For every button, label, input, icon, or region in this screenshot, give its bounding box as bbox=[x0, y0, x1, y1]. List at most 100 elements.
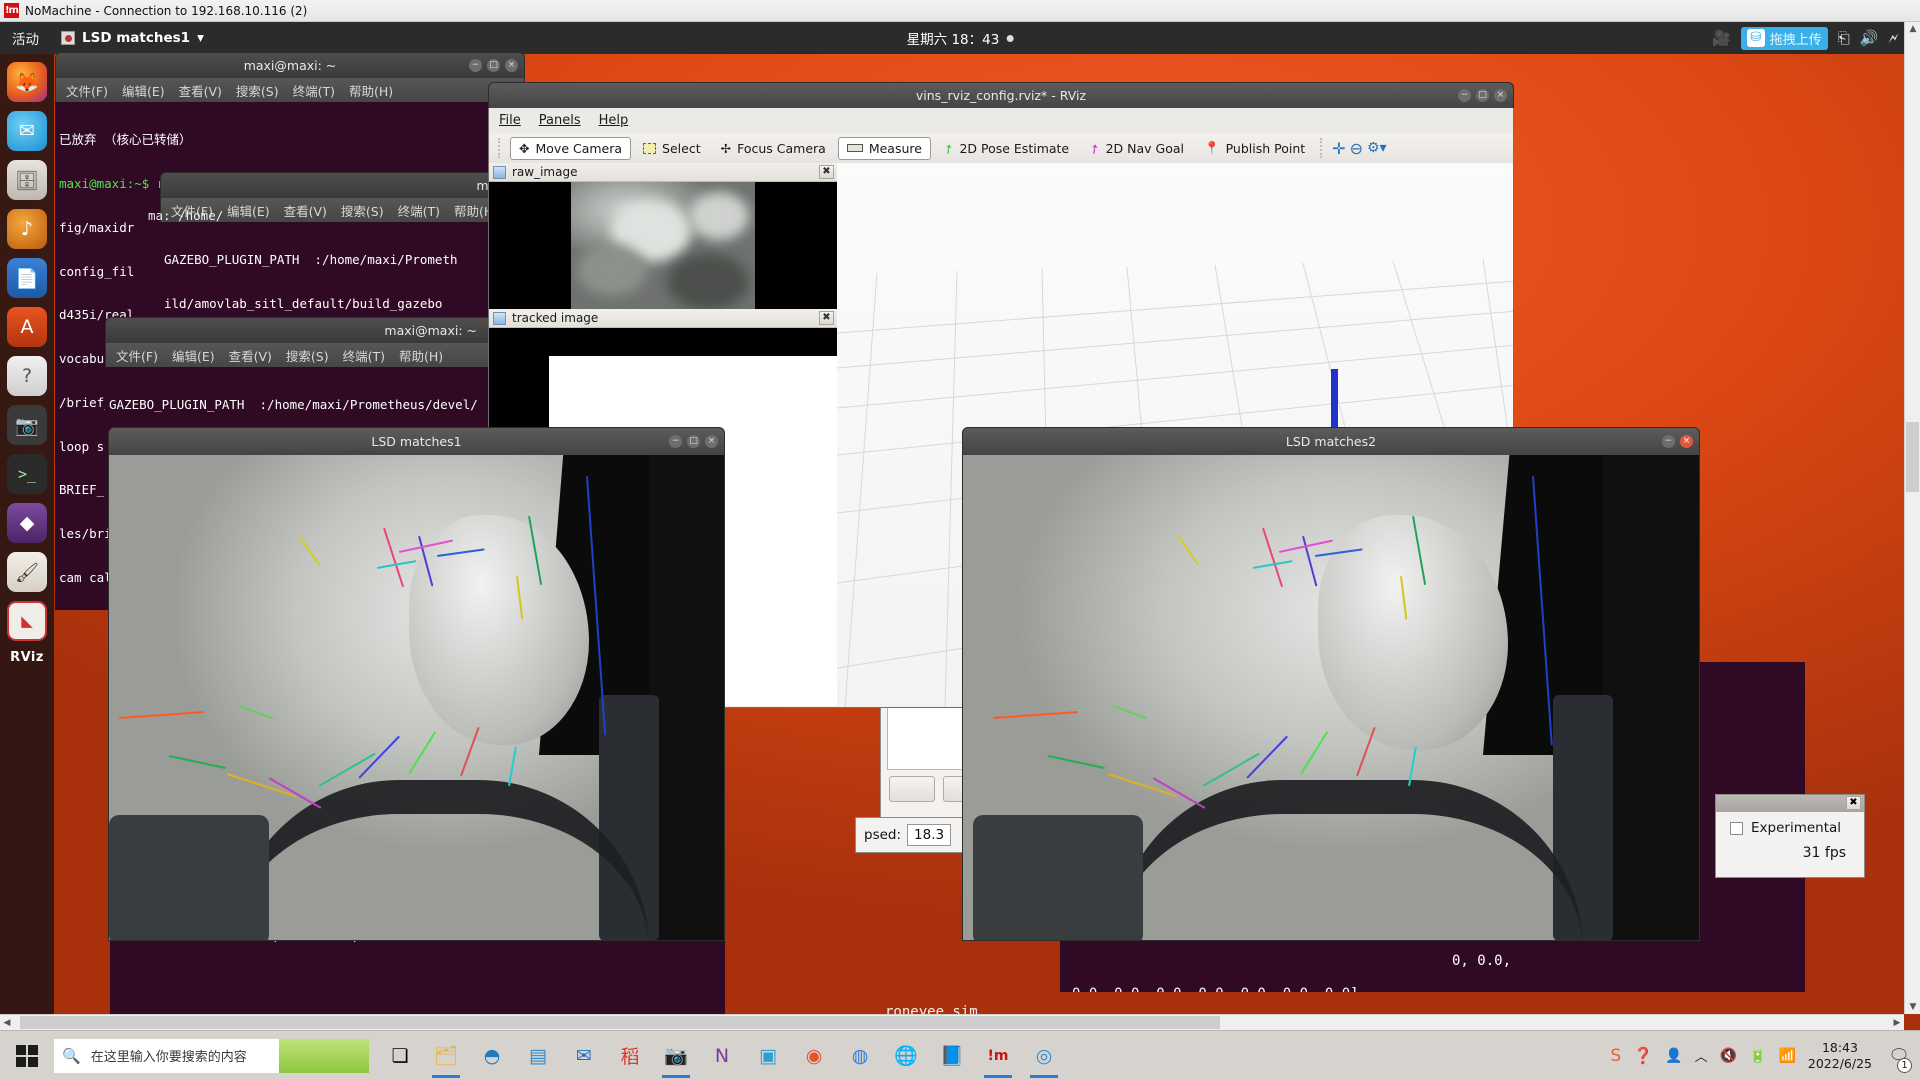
minimize-button[interactable]: − bbox=[669, 435, 682, 448]
close-button[interactable]: × bbox=[1494, 89, 1507, 102]
menu-file[interactable]: 文件(F) bbox=[66, 81, 108, 100]
show-hidden-icons-icon[interactable]: ︿ bbox=[1695, 1046, 1708, 1065]
taskbar-item-wps[interactable]: 稻 bbox=[609, 1033, 651, 1079]
horizontal-scrollbar[interactable]: ◀ ▶ bbox=[0, 1014, 1904, 1030]
network-icon[interactable]: ⎗ bbox=[1838, 29, 1850, 47]
gnome-clock[interactable]: 星期六 18：43 bbox=[907, 28, 1014, 48]
menu-edit[interactable]: 编辑(E) bbox=[227, 201, 270, 220]
menu-panels[interactable]: Panels bbox=[539, 113, 581, 128]
lsd-matches1-window[interactable]: LSD matches1 − □ × bbox=[108, 427, 725, 941]
dock-item-gimp[interactable]: 🖌 bbox=[7, 552, 47, 592]
menu-search[interactable]: 搜索(S) bbox=[286, 346, 329, 365]
notification-center-button[interactable]: 🗨 1 bbox=[1884, 1031, 1914, 1080]
scroll-left-icon[interactable]: ◀ bbox=[0, 1016, 14, 1030]
experimental-row[interactable]: Experimental bbox=[1716, 812, 1864, 836]
menu-file[interactable]: File bbox=[499, 113, 521, 128]
battery-icon[interactable]: 🗲 bbox=[1888, 29, 1898, 47]
tool-2d-pose-estimate[interactable]: ➚ 2D Pose Estimate bbox=[935, 138, 1077, 159]
remove-tool-icon[interactable]: ⊖ bbox=[1350, 139, 1363, 158]
close-button[interactable]: × bbox=[705, 435, 718, 448]
menu-terminal[interactable]: 终端(T) bbox=[343, 346, 385, 365]
taskbar-item-nomachine[interactable]: !m bbox=[977, 1033, 1019, 1079]
panel-header-tracked-image[interactable]: tracked image ✖ bbox=[489, 309, 837, 328]
vertical-scroll-thumb[interactable] bbox=[1906, 422, 1919, 492]
taskbar-item-firefox[interactable]: ◉ bbox=[793, 1033, 835, 1079]
dock-item-files[interactable]: 🗄 bbox=[7, 160, 47, 200]
upload-badge[interactable]: ⛁ 拖拽上传 bbox=[1740, 26, 1828, 50]
dock-item-terminal[interactable]: >_ bbox=[7, 454, 47, 494]
scroll-right-icon[interactable]: ▶ bbox=[1890, 1016, 1904, 1030]
lsd-matches2-window[interactable]: LSD matches2 − × bbox=[962, 427, 1700, 941]
horizontal-scroll-thumb[interactable] bbox=[20, 1016, 1220, 1029]
lsd2-titlebar[interactable]: LSD matches2 − × bbox=[962, 427, 1700, 455]
taskbar-item-mail[interactable]: ✉ bbox=[563, 1033, 605, 1079]
people-icon[interactable]: 👤 bbox=[1665, 1048, 1682, 1064]
close-icon[interactable]: ✖ bbox=[1846, 796, 1861, 810]
app-menu[interactable]: LSD matches1 ▾ bbox=[51, 30, 214, 46]
battery-charging-icon[interactable]: 🔋 bbox=[1749, 1048, 1766, 1064]
tool-focus-camera[interactable]: ✢ Focus Camera bbox=[713, 138, 834, 159]
taskbar-item-globe[interactable]: 🌐 bbox=[885, 1033, 927, 1079]
search-input[interactable]: 在这里输入你要搜索的内容 bbox=[91, 1046, 247, 1065]
menu-view[interactable]: 查看(V) bbox=[179, 81, 222, 100]
taskbar-item-reader[interactable]: 📘 bbox=[931, 1033, 973, 1079]
taskbar-item-onenote[interactable]: N bbox=[701, 1033, 743, 1079]
sogou-input-icon[interactable]: S bbox=[1610, 1046, 1621, 1066]
terminal-titlebar[interactable]: maxi@maxi: ~ − □ × bbox=[55, 52, 525, 78]
maximize-button[interactable]: □ bbox=[487, 59, 500, 72]
panel-header[interactable]: ✖ bbox=[1716, 795, 1864, 812]
lsd1-titlebar[interactable]: LSD matches1 − □ × bbox=[108, 427, 725, 455]
volume-muted-icon[interactable]: 🔊 bbox=[1860, 29, 1879, 47]
dock-item-help[interactable]: ? bbox=[7, 356, 47, 396]
tool-2d-nav-goal[interactable]: ➚ 2D Nav Goal bbox=[1081, 138, 1192, 159]
close-icon[interactable]: ✖ bbox=[819, 311, 834, 325]
tool-select[interactable]: Select bbox=[635, 138, 709, 159]
maximize-button[interactable]: □ bbox=[1476, 89, 1489, 102]
dock-item-rhythmbox[interactable]: ♪ bbox=[7, 209, 47, 249]
taskbar-item-edge-browser[interactable]: ◓ bbox=[471, 1033, 513, 1079]
menu-file[interactable]: 文件(F) bbox=[116, 346, 158, 365]
close-button[interactable]: × bbox=[1680, 435, 1693, 448]
experimental-checkbox[interactable] bbox=[1730, 821, 1743, 835]
activities-button[interactable]: 活动 bbox=[0, 28, 51, 48]
dock-item-qtcreator[interactable]: ◆ bbox=[7, 503, 47, 543]
menu-terminal[interactable]: 终端(T) bbox=[398, 201, 440, 220]
taskbar-item-chrome[interactable]: ◍ bbox=[839, 1033, 881, 1079]
screencast-icon[interactable]: 🎥 bbox=[1712, 29, 1731, 47]
tool-publish-point[interactable]: 📍 Publish Point bbox=[1196, 137, 1313, 159]
vertical-scrollbar[interactable]: ▲ ▼ bbox=[1904, 22, 1920, 1014]
tool-move-camera[interactable]: ✥ Move Camera bbox=[510, 136, 632, 160]
tray-clock[interactable]: 18:43 2022/6/25 bbox=[1808, 1040, 1872, 1072]
terminal-titlebar[interactable]: maxi@maxi: ~ bbox=[105, 317, 530, 343]
tool-measure[interactable]: Measure bbox=[837, 136, 931, 160]
minimize-button[interactable]: − bbox=[1662, 435, 1675, 448]
menu-view[interactable]: 查看(V) bbox=[229, 346, 272, 365]
tool-properties-icon[interactable]: ⚙▾ bbox=[1367, 140, 1387, 156]
maximize-button[interactable]: □ bbox=[687, 435, 700, 448]
menu-terminal[interactable]: 终端(T) bbox=[293, 81, 335, 100]
taskbar-item-camera[interactable]: 📷 bbox=[655, 1033, 697, 1079]
dock-item-ubuntu-software[interactable]: A bbox=[7, 307, 47, 347]
close-icon[interactable]: ✖ bbox=[819, 165, 834, 179]
volume-muted-icon[interactable]: 🔇 bbox=[1720, 1048, 1737, 1064]
menu-edit[interactable]: 编辑(E) bbox=[172, 346, 215, 365]
taskbar-item-video[interactable]: ▣ bbox=[747, 1033, 789, 1079]
wifi-icon[interactable]: 📶 bbox=[1778, 1048, 1795, 1064]
menu-search[interactable]: 搜索(S) bbox=[236, 81, 279, 100]
menu-help[interactable]: 帮助(H) bbox=[399, 346, 443, 365]
menu-help[interactable]: 帮助(H) bbox=[349, 81, 393, 100]
menu-search[interactable]: 搜索(S) bbox=[341, 201, 384, 220]
rviz-views-panel[interactable]: ✖ Experimental 31 fps bbox=[1715, 794, 1865, 878]
help-alert-icon[interactable]: ❓ bbox=[1633, 1046, 1653, 1065]
taskbar-item-file-explorer[interactable]: 🗂 bbox=[425, 1033, 467, 1079]
scroll-down-icon[interactable]: ▼ bbox=[1906, 1000, 1920, 1014]
taskbar-item-store[interactable]: ▤ bbox=[517, 1033, 559, 1079]
minimize-button[interactable]: − bbox=[1458, 89, 1471, 102]
rviz-titlebar[interactable]: vins_rviz_config.rviz* - RViz − □ × bbox=[488, 82, 1514, 108]
dock-item-camera[interactable]: 📷 bbox=[7, 405, 47, 445]
menu-edit[interactable]: 编辑(E) bbox=[122, 81, 165, 100]
scroll-up-icon[interactable]: ▲ bbox=[1906, 22, 1920, 36]
menu-view[interactable]: 查看(V) bbox=[284, 201, 327, 220]
dialog-ok-button[interactable] bbox=[889, 776, 935, 802]
panel-header-raw-image[interactable]: raw_image ✖ bbox=[489, 163, 837, 182]
